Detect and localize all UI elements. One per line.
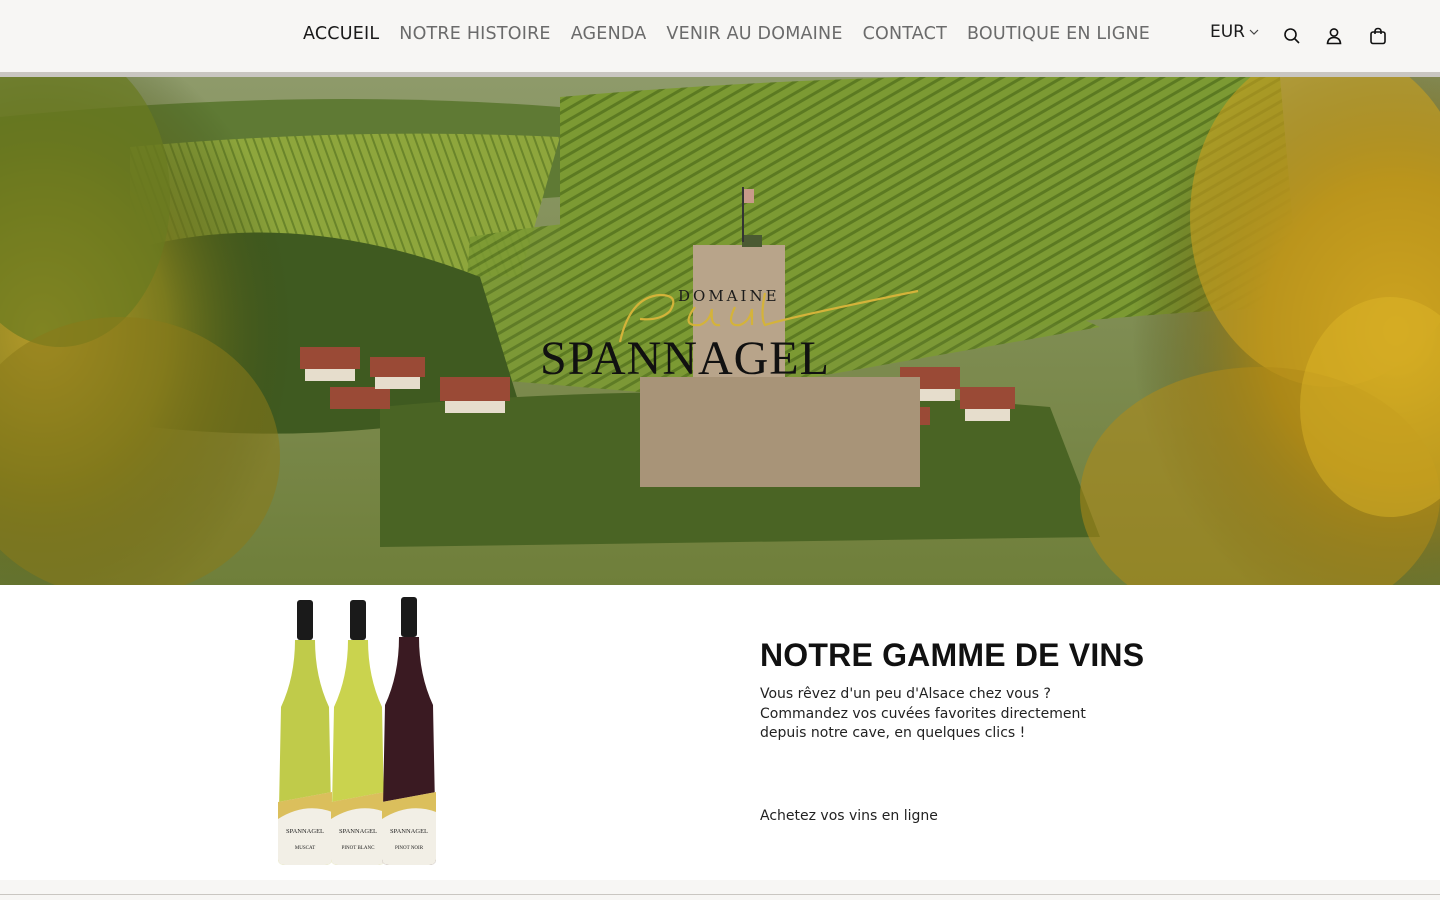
bottle-3-variety: PINOT NOIR [395, 846, 424, 851]
description-line: Vous rêvez d'un peu d'Alsace chez vous ? [760, 686, 1051, 702]
footer-band [0, 878, 1440, 900]
bottle-3-brand: SPANNAGEL [390, 828, 428, 835]
chevron-down-icon [1249, 29, 1259, 35]
currency-label: EUR [1210, 22, 1245, 42]
domaine-logo: DOMAINE SPANNAGEL [540, 287, 930, 397]
bottle-pinot-blanc [331, 600, 385, 865]
bottle-1-brand: SPANNAGEL [286, 828, 324, 835]
logo-spannagel-text: SPANNAGEL [540, 332, 830, 385]
main-nav: ACCUEIL NOTRE HISTOIRE AGENDA VENIR AU D… [303, 24, 1170, 44]
nav-notre-histoire[interactable]: NOTRE HISTOIRE [399, 24, 550, 44]
hero-banner: DOMAINE SPANNAGEL [0, 77, 1440, 585]
wine-range-section: SPANNAGEL MUSCAT SPANNAGEL PINOT BLANC S… [0, 585, 1440, 878]
description-line: depuis notre cave, en quelques clics ! [760, 725, 1026, 741]
bottle-1-variety: MUSCAT [295, 846, 315, 851]
search-icon[interactable] [1280, 24, 1304, 48]
buy-wines-online-link[interactable]: Achetez vos vins en ligne [760, 808, 938, 824]
description-line: Commandez vos cuvées favorites directeme… [760, 705, 1086, 722]
nav-boutique-en-ligne[interactable]: BOUTIQUE EN LIGNE [967, 24, 1150, 44]
nav-agenda[interactable]: AGENDA [571, 24, 647, 44]
logo-domaine-text: DOMAINE [678, 287, 780, 305]
wine-range-title: NOTRE GAMME DE VINS [760, 637, 1145, 673]
bottle-muscat [278, 600, 332, 865]
nav-venir-au-domaine[interactable]: VENIR AU DOMAINE [666, 24, 842, 44]
footer-divider [0, 894, 1440, 895]
wine-bottles-image: SPANNAGEL MUSCAT SPANNAGEL PINOT BLANC S… [278, 597, 436, 865]
account-icon[interactable] [1322, 24, 1346, 48]
bottle-pinot-noir [382, 597, 436, 865]
nav-contact[interactable]: CONTACT [863, 24, 947, 44]
currency-button[interactable]: EUR [1210, 22, 1259, 42]
bottle-2-variety: PINOT BLANC [342, 846, 375, 851]
site-header: ACCUEIL NOTRE HISTOIRE AGENDA VENIR AU D… [0, 0, 1440, 72]
bottle-2-brand: SPANNAGEL [339, 828, 377, 835]
cart-icon[interactable] [1366, 24, 1390, 48]
currency-selector[interactable]: EUR [1210, 22, 1259, 42]
wine-range-description: Vous rêvez d'un peu d'Alsace chez vous ?… [760, 685, 1100, 744]
nav-accueil[interactable]: ACCUEIL [303, 24, 379, 44]
